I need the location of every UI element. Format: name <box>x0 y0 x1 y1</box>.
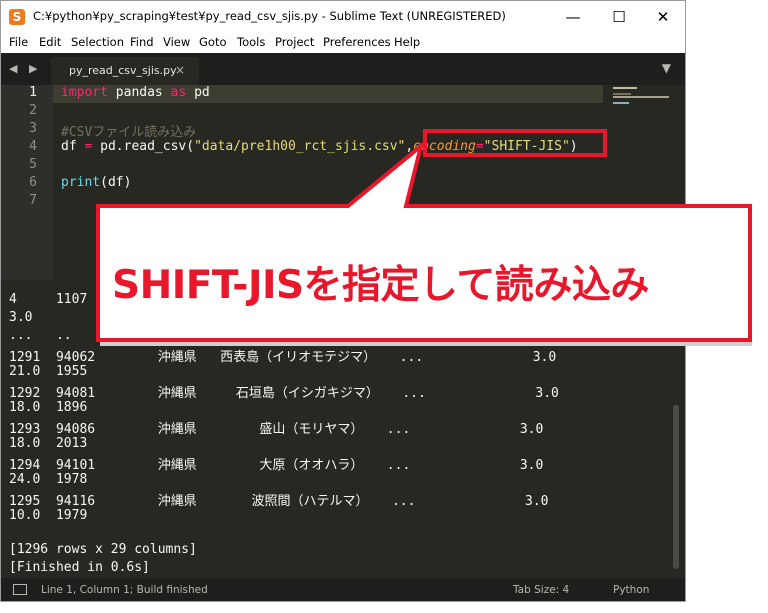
callout-shadow <box>100 342 752 346</box>
callout-text: SHIFT-JISを指定して読み込み <box>112 263 649 308</box>
callout-bubble <box>96 140 752 342</box>
